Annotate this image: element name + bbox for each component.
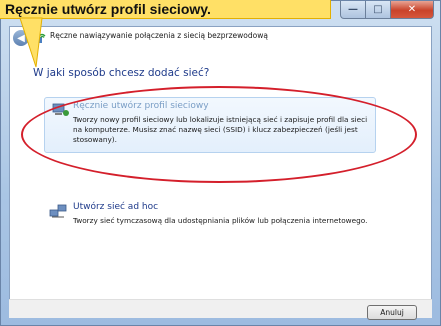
page-heading: W jaki sposób chcesz dodać sieć? (33, 67, 210, 79)
minimize-button[interactable]: — (340, 1, 366, 19)
back-arrow-icon[interactable]: ◀ (13, 30, 29, 46)
callout-text: Ręcznie utwórz profil sieciowy. (5, 1, 211, 17)
window-controls: — □ ✕ (340, 1, 434, 19)
adhoc-network-icon (49, 204, 67, 218)
close-button[interactable]: ✕ (391, 1, 434, 19)
window-title: Ręczne nawiązywanie połączenia z siecią … (50, 31, 268, 40)
annotation-ellipse (21, 86, 417, 183)
callout-banner: Ręcznie utwórz profil sieciowy. (0, 0, 331, 19)
wireless-network-icon (34, 33, 46, 43)
option-description-adhoc: Tworzy sieć tymczasową dla udostępniania… (73, 216, 368, 225)
maximize-button[interactable]: □ (366, 1, 391, 19)
option-title-adhoc[interactable]: Utwórz sieć ad hoc (73, 202, 158, 212)
cancel-button[interactable]: Anuluj (367, 305, 417, 320)
